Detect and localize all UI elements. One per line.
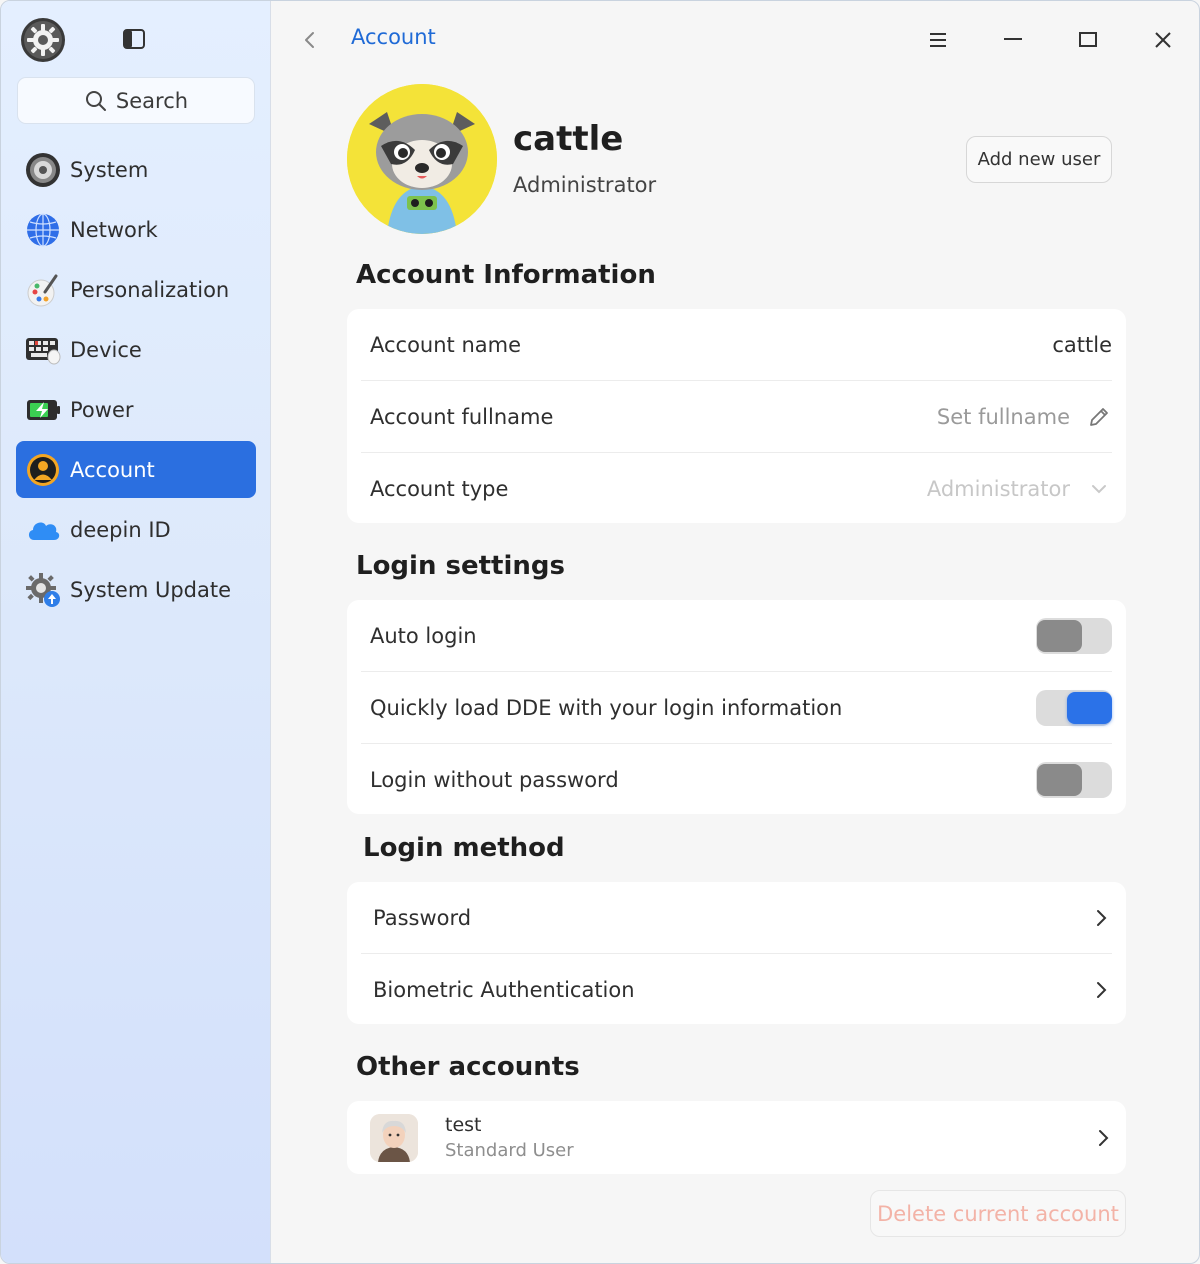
- chevron-right-icon: [1097, 909, 1107, 926]
- biometric-authentication-row[interactable]: Biometric Authentication: [361, 954, 1112, 1026]
- close-icon[interactable]: [1148, 25, 1178, 55]
- section-title-other-accounts: Other accounts: [356, 1052, 580, 1082]
- raccoon-avatar-image: [347, 84, 497, 234]
- account-name-label: Account name: [370, 332, 522, 357]
- section-title-account-information: Account Information: [356, 260, 656, 290]
- sidebar-item-device[interactable]: Device: [16, 321, 256, 378]
- sidebar-item-label: System: [70, 157, 149, 182]
- sidebar-item-power[interactable]: Power: [16, 381, 256, 438]
- cloud-icon: [28, 522, 60, 540]
- password-row[interactable]: Password: [361, 882, 1112, 954]
- toggle-knob: [1037, 619, 1082, 652]
- account-type-value: Administrator: [926, 477, 1070, 501]
- section-title-login-settings: Login settings: [356, 551, 565, 581]
- other-user-role: Standard User: [445, 1140, 574, 1161]
- control-center-app-icon: [21, 18, 65, 62]
- user-avatar[interactable]: [347, 84, 497, 234]
- sidebar-item-label: deepin ID: [70, 517, 171, 542]
- login-without-password-toggle[interactable]: [1036, 762, 1112, 798]
- fullname-placeholder[interactable]: Set fullname: [937, 405, 1070, 429]
- sidebar-item-personalization[interactable]: Personalization: [16, 261, 256, 318]
- search-placeholder: Search: [115, 88, 189, 113]
- sidebar-item-label: Power: [70, 397, 134, 422]
- sidebar-item-deepin-id[interactable]: deepin ID: [16, 501, 256, 558]
- add-new-user-button[interactable]: Add new user: [966, 136, 1112, 183]
- system-icon: [26, 152, 60, 187]
- toggle-knob: [1067, 691, 1112, 724]
- search-input[interactable]: Search: [17, 77, 255, 124]
- login-settings-card: Auto login Quickly load DDE with your lo…: [347, 600, 1126, 814]
- auto-login-row: Auto login: [361, 600, 1112, 672]
- account-type-select[interactable]: Administrator: [927, 476, 1112, 502]
- chevron-down-icon: [1092, 485, 1106, 494]
- settings-window: Search System Network Personalization De…: [0, 0, 1200, 1264]
- other-accounts-card: test Standard User: [347, 1101, 1126, 1174]
- sidebar-item-account[interactable]: Account: [16, 441, 256, 498]
- auto-login-label: Auto login: [370, 623, 477, 648]
- user-name: cattle: [513, 119, 624, 159]
- breadcrumb: Account: [351, 25, 436, 49]
- sidebar-item-label: Personalization: [70, 277, 230, 302]
- biometric-authentication-label: Biometric Authentication: [373, 978, 635, 1002]
- battery-power-icon: [27, 399, 60, 420]
- login-method-card: Password Biometric Authentication: [347, 882, 1126, 1024]
- delete-current-account-button[interactable]: Delete current account: [870, 1190, 1126, 1237]
- menu-icon[interactable]: [923, 25, 953, 55]
- quick-load-toggle[interactable]: [1036, 689, 1112, 726]
- password-label: Password: [373, 905, 472, 930]
- sidebar-item-label: Network: [70, 217, 158, 242]
- palette-brush-icon: [27, 274, 58, 306]
- gear-update-icon: [26, 572, 60, 607]
- user-role: Administrator: [513, 173, 657, 197]
- list-item[interactable]: test Standard User: [361, 1101, 1112, 1174]
- sidebar-item-system[interactable]: System: [16, 141, 256, 198]
- chevron-right-icon: [1099, 1129, 1109, 1146]
- user-avatar: [370, 1113, 418, 1162]
- sidebar-item-system-update[interactable]: System Update: [16, 561, 256, 618]
- toggle-knob: [1037, 764, 1082, 796]
- sidebar-item-label: System Update: [70, 577, 232, 602]
- edit-pencil-icon[interactable]: [1086, 404, 1112, 430]
- sidebar-item-network[interactable]: Network: [16, 201, 256, 258]
- network-globe-icon: [27, 212, 59, 247]
- account-fullname-row[interactable]: Account fullname Set fullname: [361, 381, 1112, 453]
- search-icon: [85, 90, 106, 111]
- sidebar-item-label: Device: [70, 337, 142, 362]
- sidebar-nav: System Network Personalization Device Po…: [16, 141, 256, 621]
- account-name-row: Account name cattle: [361, 309, 1112, 381]
- quick-load-row: Quickly load DDE with your login informa…: [361, 672, 1112, 744]
- account-fullname-label: Account fullname: [370, 404, 554, 429]
- account-type-row: Account type Administrator: [361, 453, 1112, 525]
- account-information-card: Account name cattle Account fullname Set…: [347, 309, 1126, 523]
- login-without-password-label: Login without password: [370, 768, 619, 792]
- account-type-label: Account type: [370, 477, 509, 501]
- sidebar: Search System Network Personalization De…: [1, 1, 271, 1263]
- section-title-login-method: Login method: [363, 833, 565, 863]
- sidebar-toggle-icon[interactable]: [122, 28, 146, 50]
- account-icon: [27, 453, 59, 486]
- auto-login-toggle[interactable]: [1036, 617, 1112, 654]
- sidebar-item-label: Account: [70, 457, 155, 482]
- keyboard-device-icon: [26, 337, 61, 364]
- minimize-icon[interactable]: [998, 25, 1028, 55]
- login-without-password-row: Login without password: [361, 744, 1112, 816]
- account-name-value: cattle: [1052, 332, 1112, 357]
- other-user-name: test: [445, 1114, 482, 1136]
- back-arrow-icon[interactable]: [297, 27, 323, 53]
- quick-load-label: Quickly load DDE with your login informa…: [370, 695, 843, 720]
- maximize-icon[interactable]: [1073, 25, 1103, 55]
- elderly-avatar-image: [370, 1113, 418, 1162]
- chevron-right-icon: [1097, 982, 1107, 998]
